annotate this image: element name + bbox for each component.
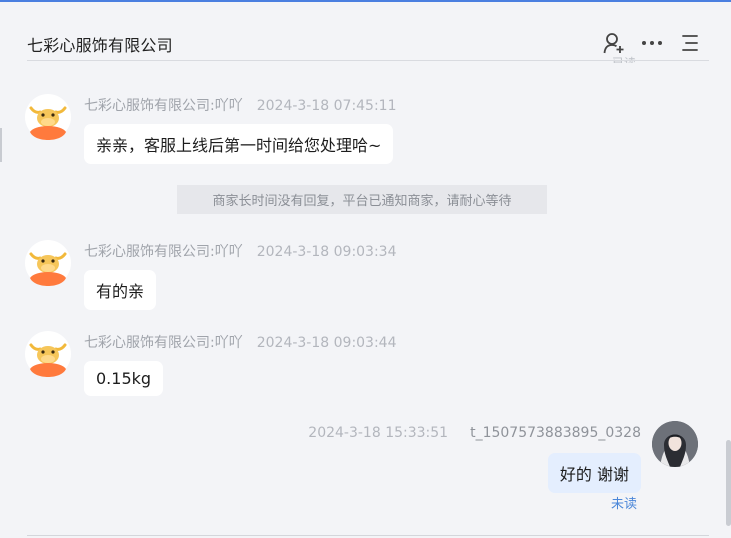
system-notice: 商家长时间没有回复，平台已通知商家，请耐心等待 <box>177 185 547 214</box>
chat-title: 七彩心服饰有限公司 <box>27 36 173 55</box>
message-bubble[interactable]: 0.15kg <box>84 361 164 396</box>
message-bubble[interactable]: 有的亲 <box>84 270 157 310</box>
header-divider <box>27 60 709 61</box>
sender-name: 七彩心服饰有限公司:吖吖 <box>84 335 243 351</box>
message-time: 2024-3-18 15:33:51 <box>308 425 449 441</box>
sender-name: 七彩心服饰有限公司:吖吖 <box>84 98 243 114</box>
bull-avatar-icon[interactable] <box>25 240 71 286</box>
user-avatar[interactable] <box>652 421 698 467</box>
message-meta: 七彩心服饰有限公司:吖吖 2024-3-18 09:03:34 <box>84 241 397 261</box>
message-meta: 七彩心服饰有限公司:吖吖 2024-3-18 09:03:44 <box>84 332 397 352</box>
menu-icon[interactable] <box>671 30 709 56</box>
unread-status: 未读 <box>611 497 638 512</box>
bottom-divider <box>27 535 709 536</box>
sender-name: t_1507573883895_0328 <box>470 425 641 441</box>
message-bubble[interactable]: 亲亲，客服上线后第一时间给您处理哈~ <box>84 124 394 164</box>
clipped-read-status: 已读 <box>612 56 637 63</box>
bull-avatar-icon[interactable] <box>25 331 71 377</box>
scrollbar-thumb[interactable] <box>726 440 731 526</box>
my-message-bubble[interactable]: 好的 谢谢 <box>547 453 641 493</box>
left-edge-handle <box>0 128 2 162</box>
message-time: 2024-3-18 09:03:34 <box>256 244 397 260</box>
message-time: 2024-3-18 09:03:44 <box>256 335 397 351</box>
message-time: 2024-3-18 07:45:11 <box>256 98 397 114</box>
bull-avatar-icon[interactable] <box>25 94 71 140</box>
my-message-meta: 2024-3-18 15:33:51 t_1507573883895_0328 <box>308 425 641 441</box>
message-meta: 七彩心服饰有限公司:吖吖 2024-3-18 07:45:11 <box>84 95 397 115</box>
sender-name: 七彩心服饰有限公司:吖吖 <box>84 244 243 260</box>
more-icon[interactable] <box>633 30 671 56</box>
